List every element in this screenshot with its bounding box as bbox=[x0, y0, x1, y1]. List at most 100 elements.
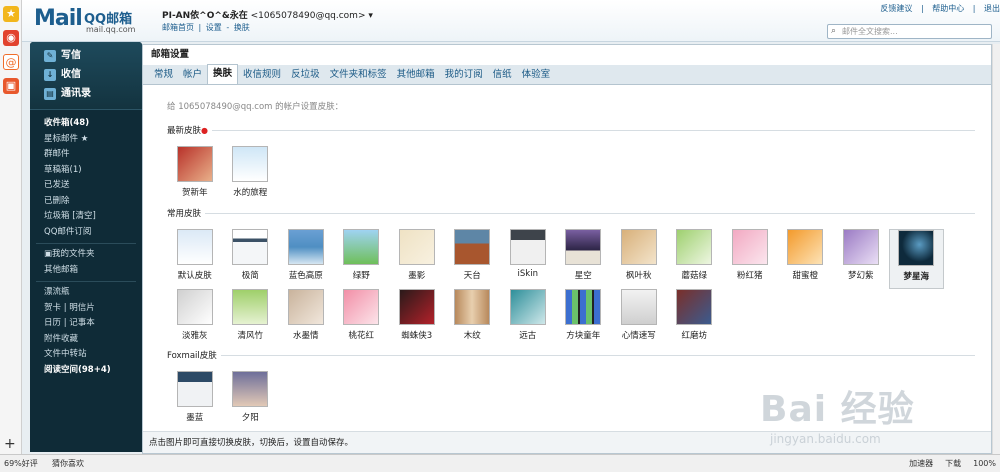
tab-other-mail[interactable]: 其他邮箱 bbox=[392, 66, 440, 84]
skin-thumbnail[interactable] bbox=[398, 229, 435, 265]
folder-group[interactable]: 群邮件 bbox=[30, 147, 142, 163]
weibo-icon[interactable]: ◉ bbox=[3, 30, 19, 46]
skin-item[interactable]: 甜蜜橙 bbox=[778, 229, 834, 289]
gift-icon[interactable]: ▣ bbox=[3, 78, 19, 94]
folder-spam[interactable]: 垃圾箱 [清空] bbox=[30, 209, 142, 225]
receive-button[interactable]: ↓ 收信 bbox=[30, 65, 142, 84]
skin-item[interactable]: 蜘蛛侠3 bbox=[389, 289, 445, 349]
link-help[interactable]: 帮助中心 bbox=[932, 4, 964, 13]
tab-skin[interactable]: 换肤 bbox=[207, 64, 239, 84]
skin-thumbnail[interactable] bbox=[232, 146, 269, 182]
accelerator-button[interactable]: 加速器 bbox=[909, 455, 933, 472]
skin-item[interactable]: 绿野 bbox=[334, 229, 390, 289]
folder-sent[interactable]: 已发送 bbox=[30, 178, 142, 194]
tab-stationery[interactable]: 信纸 bbox=[488, 66, 517, 84]
tab-lab[interactable]: 体验室 bbox=[517, 66, 556, 84]
skin-item[interactable]: 水墨情 bbox=[278, 289, 334, 349]
skin-item[interactable]: 远古 bbox=[500, 289, 556, 349]
link-feedback[interactable]: 反馈建议 bbox=[880, 4, 912, 13]
skin-item[interactable]: 蘑菇绿 bbox=[667, 229, 723, 289]
skin-thumbnail[interactable] bbox=[232, 229, 269, 265]
skin-thumbnail[interactable] bbox=[398, 289, 435, 325]
skin-thumbnail[interactable] bbox=[176, 229, 213, 265]
app-file-transfer[interactable]: 文件中转站 bbox=[30, 347, 142, 363]
other-mailboxes[interactable]: 其他邮箱 bbox=[30, 263, 142, 279]
skin-item[interactable]: 蓝色高原 bbox=[278, 229, 334, 289]
account-info[interactable]: PI-AN依^O^&永在 <1065078490@qq.com> ▾ bbox=[162, 8, 373, 21]
link-mail-home[interactable]: 邮箱首页 bbox=[162, 23, 194, 32]
skin-item[interactable]: 木纹 bbox=[445, 289, 501, 349]
skin-item[interactable]: iSkin bbox=[500, 229, 556, 289]
skin-thumbnail[interactable] bbox=[676, 229, 713, 265]
download-button[interactable]: 下载 bbox=[945, 455, 961, 472]
skin-item[interactable]: 淡雅灰 bbox=[167, 289, 223, 349]
tab-subscriptions[interactable]: 我的订阅 bbox=[440, 66, 488, 84]
skin-thumbnail[interactable] bbox=[509, 229, 546, 265]
skin-item[interactable]: 墨蓝 bbox=[167, 371, 223, 431]
skin-thumbnail[interactable] bbox=[454, 289, 491, 325]
tab-folders[interactable]: 文件夹和标签 bbox=[325, 66, 392, 84]
skin-thumbnail[interactable] bbox=[565, 229, 602, 265]
page-scrollbar[interactable] bbox=[992, 44, 1000, 454]
skin-thumbnail[interactable] bbox=[898, 230, 935, 266]
tab-rules[interactable]: 收信规则 bbox=[238, 66, 286, 84]
skin-item[interactable]: 桃花红 bbox=[334, 289, 390, 349]
folder-deleted[interactable]: 已删除 bbox=[30, 194, 142, 210]
skin-thumbnail[interactable] bbox=[565, 289, 602, 325]
skin-item[interactable]: 星空 bbox=[556, 229, 612, 289]
skin-item[interactable]: 梦幻紫 bbox=[833, 229, 889, 289]
skin-thumbnail[interactable] bbox=[842, 229, 879, 265]
app-drift-bottle[interactable]: 漂流瓶 bbox=[30, 285, 142, 301]
skin-thumbnail[interactable] bbox=[620, 289, 657, 325]
skin-thumbnail[interactable] bbox=[176, 371, 213, 407]
folder-starred[interactable]: 星标邮件 ★ bbox=[30, 132, 142, 148]
skin-thumbnail[interactable] bbox=[343, 229, 380, 265]
plus-icon[interactable]: + bbox=[4, 436, 16, 452]
skin-item[interactable]: 清风竹 bbox=[223, 289, 279, 349]
skin-item[interactable]: 天台 bbox=[445, 229, 501, 289]
skin-thumbnail[interactable] bbox=[454, 229, 491, 265]
skin-thumbnail[interactable] bbox=[509, 289, 546, 325]
rating-text[interactable]: 69%好评 bbox=[4, 455, 38, 472]
skin-item[interactable]: 梦星海 bbox=[888, 229, 944, 289]
contacts-button[interactable]: ▤ 通讯录 bbox=[30, 84, 142, 103]
tab-general[interactable]: 常规 bbox=[149, 66, 178, 84]
folder-inbox[interactable]: 收件箱(48) bbox=[30, 116, 142, 132]
skin-item[interactable]: 贺新年 bbox=[167, 146, 223, 206]
skin-item[interactable]: 粉红猪 bbox=[722, 229, 778, 289]
app-cards[interactable]: 贺卡 | 明信片 bbox=[30, 301, 142, 317]
skin-thumbnail[interactable] bbox=[676, 289, 713, 325]
skin-item[interactable]: 方块童年 bbox=[556, 289, 612, 349]
app-reading-space[interactable]: 阅读空间(98+4) bbox=[30, 363, 142, 379]
folder-drafts[interactable]: 草稿箱(1) bbox=[30, 163, 142, 179]
skin-item[interactable]: 极简 bbox=[223, 229, 279, 289]
skin-thumbnail[interactable] bbox=[287, 289, 324, 325]
skin-item[interactable]: 水的旅程 bbox=[223, 146, 279, 206]
link-skin[interactable]: 换肤 bbox=[234, 23, 250, 32]
search-input[interactable]: ⌕ 邮件全文搜索... bbox=[827, 24, 992, 39]
skin-thumbnail[interactable] bbox=[731, 229, 768, 265]
skin-item[interactable]: 夕阳 bbox=[223, 371, 279, 431]
skin-thumbnail[interactable] bbox=[287, 229, 324, 265]
folder-subscriptions[interactable]: QQ邮件订阅 bbox=[30, 225, 142, 241]
skin-thumbnail[interactable] bbox=[787, 229, 824, 265]
skin-thumbnail[interactable] bbox=[620, 229, 657, 265]
link-settings[interactable]: 设置 bbox=[206, 23, 222, 32]
skin-item[interactable]: 枫叶秋 bbox=[611, 229, 667, 289]
skin-item[interactable]: 心情速写 bbox=[611, 289, 667, 349]
qq-mail-logo[interactable]: Mail QQ邮箱 mail.qq.com bbox=[34, 6, 152, 36]
zoom-level[interactable]: 100% bbox=[973, 455, 996, 472]
write-button[interactable]: ✎ 写信 bbox=[30, 46, 142, 65]
email-icon[interactable]: @ bbox=[3, 54, 19, 70]
skin-thumbnail[interactable] bbox=[232, 371, 269, 407]
skin-thumbnail[interactable] bbox=[343, 289, 380, 325]
my-folders[interactable]: ▣我的文件夹 bbox=[30, 247, 142, 263]
skin-thumbnail[interactable] bbox=[176, 289, 213, 325]
skin-item[interactable]: 墨影 bbox=[389, 229, 445, 289]
link-logout[interactable]: 退出 bbox=[984, 4, 1000, 13]
recommend-link[interactable]: 猜你喜欢 bbox=[52, 455, 84, 472]
skin-thumbnail[interactable] bbox=[176, 146, 213, 182]
star-icon[interactable]: ★ bbox=[3, 6, 19, 22]
app-calendar[interactable]: 日历 | 记事本 bbox=[30, 316, 142, 332]
chevron-down-icon[interactable]: ▾ bbox=[368, 11, 373, 21]
